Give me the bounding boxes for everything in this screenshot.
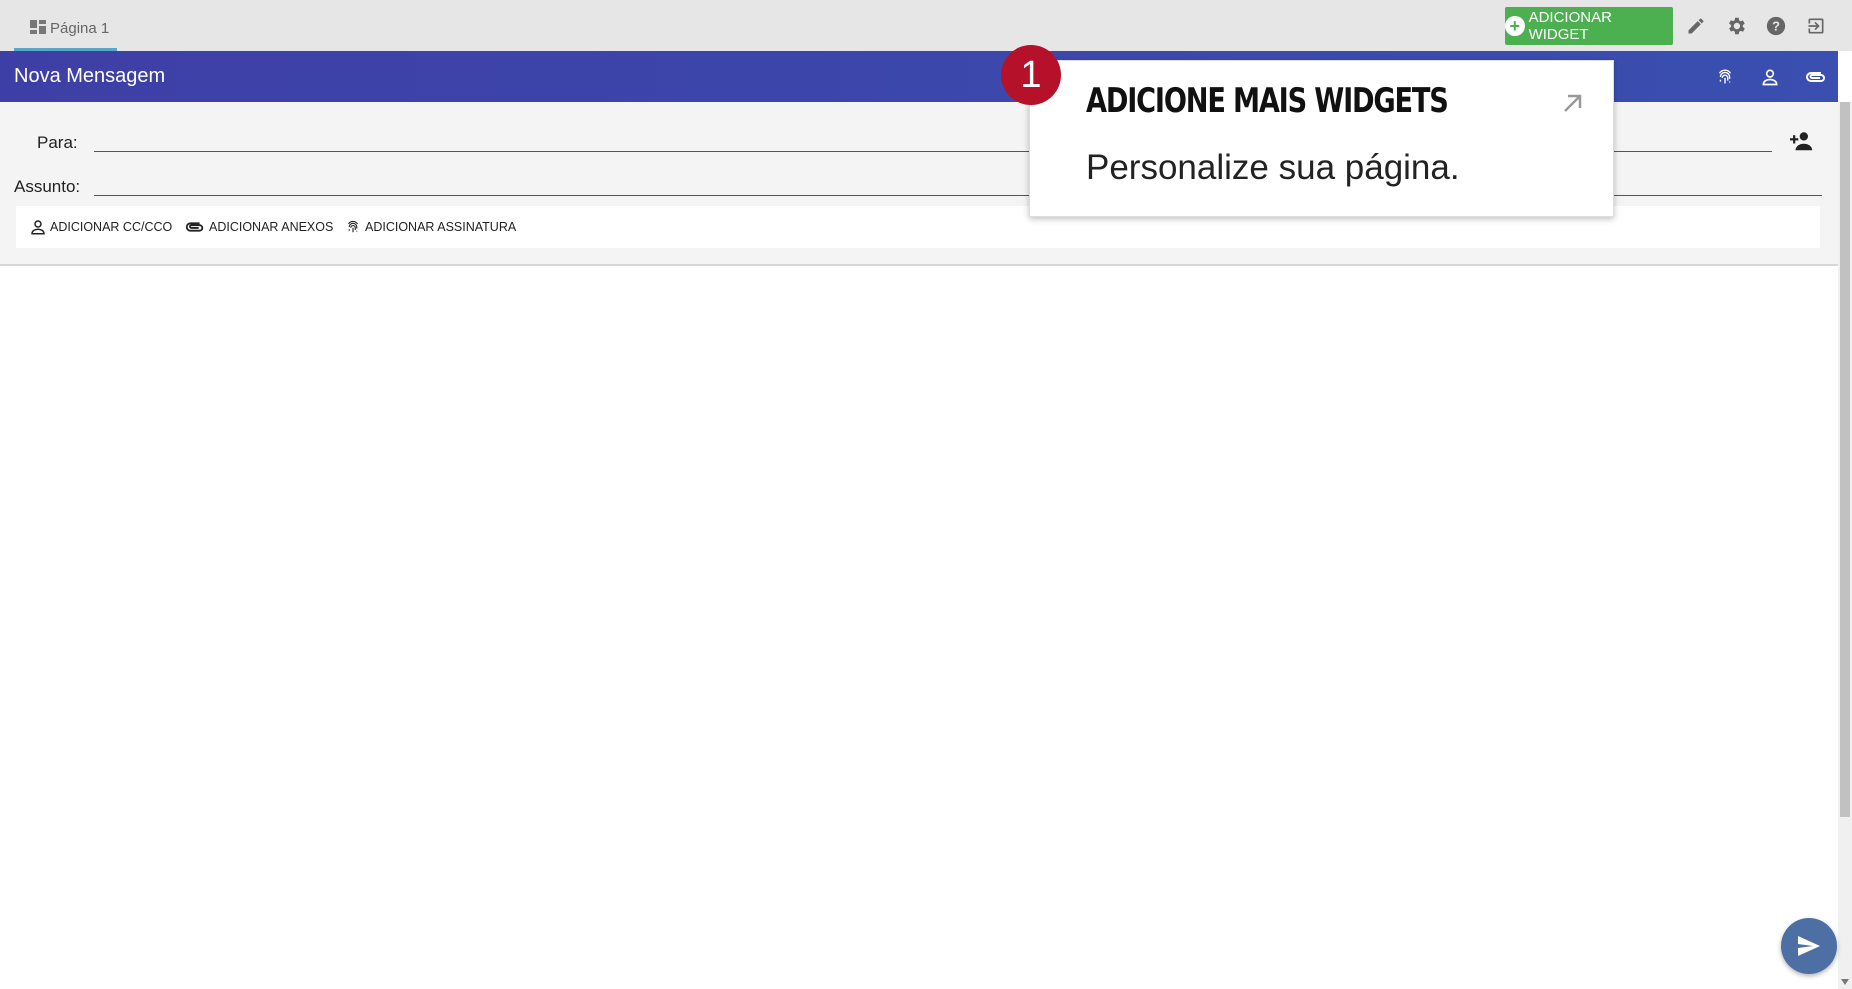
tour-popover: ADICIONE MAIS WIDGETS Personalize sua pá… — [1029, 60, 1614, 217]
help-icon[interactable]: ? — [1763, 13, 1789, 39]
tour-text: Personalize sua página. — [1086, 148, 1460, 187]
scroll-thumb[interactable] — [1840, 102, 1850, 817]
tab-pagina-1[interactable]: Página 1 — [14, 12, 125, 51]
logout-icon[interactable] — [1803, 13, 1829, 39]
add-widget-button[interactable]: + ADICIONAR WIDGET — [1505, 7, 1673, 45]
person-icon — [31, 220, 45, 235]
add-attachments-label: ADICIONAR ANEXOS — [209, 220, 334, 234]
person-add-icon[interactable] — [1790, 130, 1816, 152]
pencil-icon[interactable] — [1683, 13, 1709, 39]
tour-title: ADICIONE MAIS WIDGETS — [1086, 81, 1449, 121]
to-label: Para: — [37, 133, 78, 152]
attachment-icon[interactable] — [1803, 64, 1829, 90]
gear-icon[interactable] — [1723, 13, 1749, 39]
tour-step-badge: 1 — [1001, 45, 1061, 105]
fingerprint-icon[interactable] — [1712, 64, 1738, 90]
scroll-down-arrow-icon[interactable] — [1838, 975, 1852, 989]
send-button[interactable] — [1781, 918, 1837, 974]
message-body[interactable] — [0, 266, 1838, 989]
page-title: Nova Mensagem — [14, 65, 166, 87]
dashboard-icon — [30, 20, 46, 38]
add-attachments-button[interactable]: ADICIONAR ANEXOS — [184, 216, 333, 238]
fingerprint-icon — [348, 220, 358, 233]
subject-label: Assunto: — [14, 177, 81, 196]
person-icon[interactable] — [1757, 64, 1783, 90]
tab-label: Página 1 — [50, 20, 110, 37]
add-signature-label: ADICIONAR ASSINATURA — [365, 220, 517, 234]
attachment-icon — [185, 222, 204, 232]
send-icon — [1798, 936, 1820, 956]
arrow-up-right-icon[interactable] — [1560, 91, 1584, 115]
top-bar: Página 1 + ADICIONAR WIDGET ? — [0, 0, 1852, 51]
add-widget-label: ADICIONAR WIDGET — [1528, 9, 1612, 43]
svg-text:?: ? — [1772, 19, 1780, 34]
add-cc-label: ADICIONAR CC/CCO — [50, 220, 173, 234]
add-circle-icon: + — [1505, 16, 1525, 36]
add-signature-button[interactable]: ADICIONAR ASSINATURA — [344, 216, 516, 238]
scrollbar[interactable] — [1838, 102, 1852, 989]
add-cc-button[interactable]: ADICIONAR CC/CCO — [29, 216, 172, 238]
